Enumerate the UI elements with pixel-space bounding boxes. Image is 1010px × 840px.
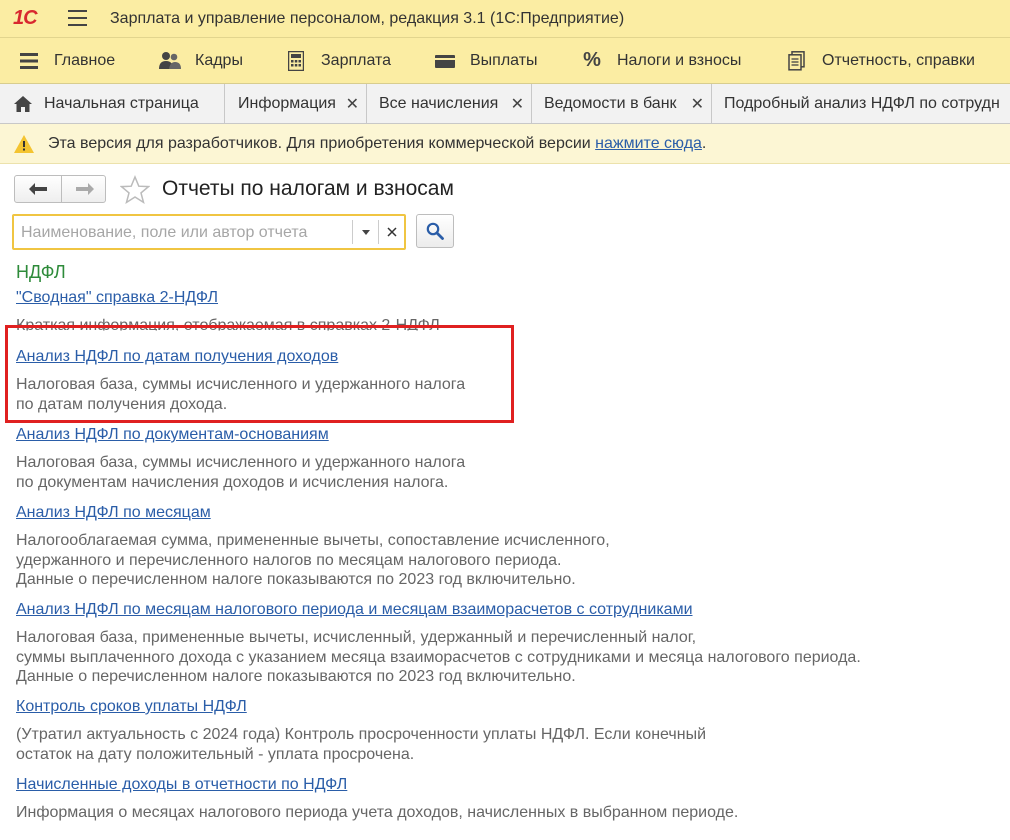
tab-label: Ведомости в банк [544,94,677,112]
section-label: Главное [54,51,116,69]
close-icon [387,227,397,237]
section-hr[interactable]: Кадры [159,38,243,83]
section-label: Налоги и взносы [617,51,742,69]
documents-icon [786,50,808,72]
main-menu-icon[interactable] [68,10,87,26]
search-icon [426,222,444,240]
tab-label: Подробный анализ НДФЛ по сотрудн [724,94,1000,112]
forward-button[interactable] [61,176,107,202]
banner-message: Эта версия для разработчиков. Для приобр… [48,135,596,152]
report-link[interactable]: Анализ НДФЛ по документам-основаниям [16,426,329,444]
report-link[interactable]: Анализ НДФЛ по месяцам налогового период… [16,601,693,619]
section-label: Выплаты [470,51,538,69]
chevron-down-icon [362,229,370,235]
wallet-icon [434,50,456,72]
report-description: Налоговая база, суммы исчисленного и уде… [16,454,466,491]
close-icon[interactable]: ✕ [346,94,359,114]
clear-button[interactable] [378,220,405,244]
dropdown-button[interactable] [352,220,379,244]
search-field [12,214,406,250]
sections-panel: Главное Кадры Зарплата Выплаты % Налоги … [0,38,1010,84]
report-link[interactable]: Анализ НДФЛ по месяцам [16,504,211,522]
navigation-buttons [14,175,106,203]
tab-home[interactable]: Начальная страница [0,84,225,123]
report-description: Налоговая база, примененные вычеты, исчи… [16,629,861,685]
section-label: Отчетность, справки [822,51,975,69]
report-group-title: НДФЛ [16,262,66,282]
open-tabs-bar: Начальная страница Информация ✕ Все начи… [0,84,1010,124]
menu-lines-icon [18,50,40,72]
section-main[interactable]: Главное [18,38,115,83]
report-description: (Утратил актуальность с 2024 года) Контр… [16,726,707,763]
page-title: Отчеты по налогам и взносам [162,177,454,200]
banner-text: Эта версия для разработчиков. Для приобр… [48,135,706,153]
dev-version-banner: Эта версия для разработчиков. Для приобр… [0,124,1010,164]
section-reports[interactable]: Отчетность, справки [786,38,975,83]
app-logo[interactable]: 1С [13,7,38,30]
tab-information[interactable]: Информация ✕ [225,84,367,123]
close-icon[interactable]: ✕ [691,94,704,114]
report-link[interactable]: Контроль сроков уплаты НДФЛ [16,698,247,716]
search-input[interactable] [19,221,353,245]
section-label: Зарплата [321,51,392,69]
report-link[interactable]: "Сводная" справка 2-НДФЛ [16,289,218,307]
favorite-star-icon[interactable] [119,175,151,205]
percent-icon: % [583,49,601,71]
report-link[interactable]: Начисленные доходы в отчетности по НДФЛ [16,776,347,794]
section-salary[interactable]: Зарплата [285,38,391,83]
report-description: Налоговая база, суммы исчисленного и уде… [16,376,466,413]
tab-label: Информация [238,94,336,112]
tab-all-accruals[interactable]: Все начисления ✕ [367,84,532,123]
report-description: Краткая информация, отображаемая в справ… [16,317,440,334]
banner-tail: . [701,135,707,152]
warning-icon [14,135,34,158]
title-bar: 1С Зарплата и управление персоналом, ред… [0,0,1010,38]
search-button[interactable] [416,214,454,248]
tab-bank-statements[interactable]: Ведомости в банк ✕ [532,84,712,123]
home-icon [14,95,32,112]
app-title: Зарплата и управление персоналом, редакц… [110,10,625,27]
back-button[interactable] [15,176,60,202]
buy-commercial-link[interactable]: нажмите сюда [595,135,702,152]
report-link[interactable]: Анализ НДФЛ по датам получения доходов [16,348,338,366]
close-icon[interactable]: ✕ [511,94,524,114]
report-description: Информация о месяцах налогового периода … [16,804,739,821]
tab-ndfl-analysis[interactable]: Подробный анализ НДФЛ по сотрудн [712,84,1010,123]
people-icon [159,50,181,72]
calculator-icon [285,50,307,72]
report-description: Налогооблагаемая сумма, примененные выче… [16,532,610,588]
tab-label: Начальная страница [44,94,199,112]
arrow-right-icon [75,183,94,195]
section-taxes[interactable]: % Налоги и взносы [581,38,741,83]
section-payments[interactable]: Выплаты [434,38,538,83]
section-label: Кадры [195,51,243,69]
arrow-left-icon [28,183,47,195]
tab-label: Все начисления [379,94,499,112]
